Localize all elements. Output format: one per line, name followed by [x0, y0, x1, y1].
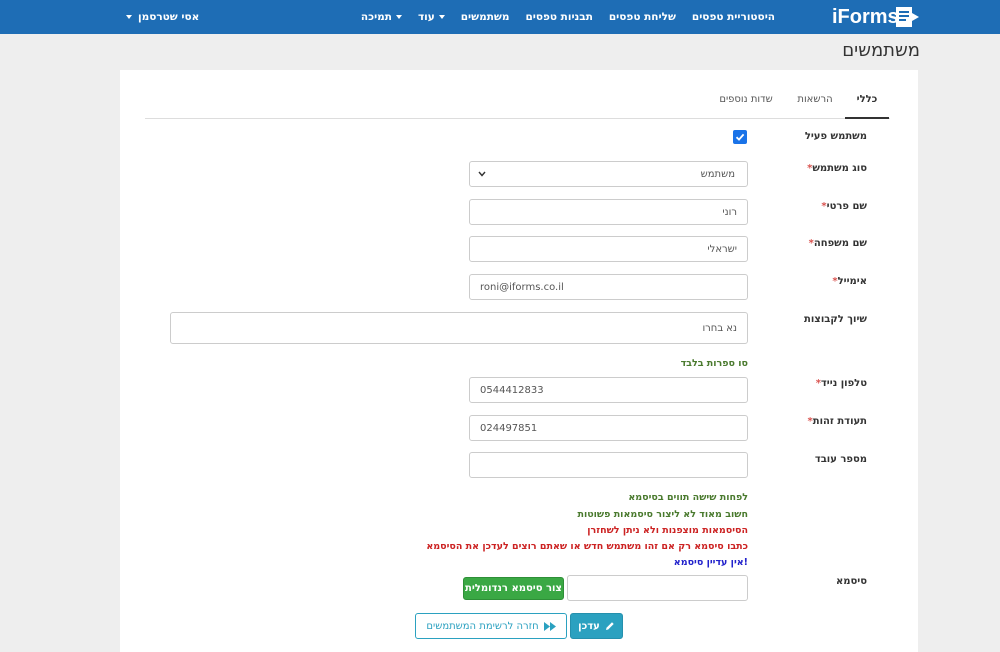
user-type-label: *סוג משתמש	[807, 163, 867, 174]
user-type-select[interactable]: משתמש	[469, 161, 748, 187]
pencil-icon	[605, 622, 614, 630]
mobile-phone-input[interactable]: 0544412833	[469, 377, 748, 403]
password-hint-not-simple: חשוב מאוד לא ליצור סיסמאות פשוטות	[577, 509, 748, 520]
email-input[interactable]: roni@iforms.co.il	[469, 274, 748, 300]
first-name-label: *שם פרטי	[821, 201, 867, 212]
caret-down-icon	[438, 15, 445, 19]
chevron-down-icon	[478, 171, 486, 177]
nav-support-label: תמיכה	[360, 11, 392, 23]
main-nav: היסטוריית טפסים שליחת טפסים תבניות טפסים…	[361, 0, 775, 34]
fast-forward-icon	[543, 621, 556, 631]
user-name: אסי שטרסמן	[138, 11, 200, 23]
nav-more-dropdown[interactable]: עוד	[418, 11, 445, 23]
password-label: סיסמא	[835, 576, 867, 587]
check-icon	[735, 133, 745, 141]
nav-form-templates[interactable]: תבניות טפסים	[525, 11, 592, 23]
brand-logo[interactable]: iForms	[832, 4, 920, 30]
nav-users[interactable]: משתמשים	[461, 11, 510, 23]
tab-general[interactable]: כללי	[845, 86, 889, 119]
active-user-label: משתמש פעיל	[804, 131, 867, 142]
employee-number-label: מספר עובד	[814, 454, 867, 465]
mobile-label: *טלפון נייד	[815, 378, 867, 389]
tab-permissions[interactable]: הרשאות	[790, 86, 840, 119]
generate-password-button[interactable]: צור סיסמא רנדומלית	[463, 577, 564, 600]
password-hint-min-chars: לפחות שישה תווים בסיסמא	[628, 492, 748, 503]
user-type-value: משתמש	[700, 168, 735, 180]
digits-only-hint: סו ספרות בלבד	[680, 358, 748, 369]
last-name-input[interactable]: ישראלי	[469, 236, 748, 262]
user-menu-dropdown[interactable]: אסי שטרסמן	[126, 0, 199, 34]
back-to-users-label: חזרה לרשימת המשתמשים	[426, 620, 539, 632]
nav-form-history[interactable]: היסטוריית טפסים	[692, 11, 775, 23]
caret-down-icon	[395, 15, 402, 19]
password-hint-only-if: כתבו סיסמא רק אם זהו משתמש חדש או שאתם ר…	[426, 541, 748, 552]
tab-extra-fields[interactable]: שדות נוספים	[713, 86, 779, 119]
nav-support-dropdown[interactable]: תמיכה	[361, 11, 402, 23]
nav-more-label: עוד	[417, 11, 435, 23]
page-title: משתמשים	[842, 40, 920, 61]
brand-name: iForms	[832, 6, 899, 28]
groups-label: שיוך לקבוצות	[804, 314, 867, 325]
id-number-label: *תעודת זהות	[807, 416, 868, 427]
email-label: *אימייל	[832, 276, 867, 287]
password-hint-encrypted: הסיסמאות מוצפנות ולא ניתן לשחזרן	[587, 525, 748, 536]
update-button[interactable]: עדכן	[570, 613, 623, 639]
update-label: עדכן	[578, 620, 600, 632]
tabs-bar: כללי הרשאות שדות נוספים	[145, 86, 890, 119]
id-number-input[interactable]: 024497851	[469, 415, 748, 441]
password-hint-no-password: אין עדיין סיסמא!	[673, 557, 748, 568]
active-user-checkbox[interactable]	[733, 130, 747, 144]
password-input[interactable]	[567, 575, 748, 601]
caret-down-icon	[126, 15, 132, 19]
back-to-users-button[interactable]: חזרה לרשימת המשתמשים	[415, 613, 567, 639]
user-form-card	[120, 70, 918, 652]
top-navbar: iForms היסטוריית טפסים שליחת טפסים תבניו…	[0, 0, 1000, 34]
first-name-input[interactable]: רוני	[469, 199, 748, 225]
last-name-label: *שם משפחה	[808, 238, 867, 249]
groups-multiselect[interactable]: נא בחרו	[170, 312, 748, 344]
employee-number-input[interactable]	[469, 452, 748, 478]
nav-send-forms[interactable]: שליחת טפסים	[609, 11, 676, 23]
